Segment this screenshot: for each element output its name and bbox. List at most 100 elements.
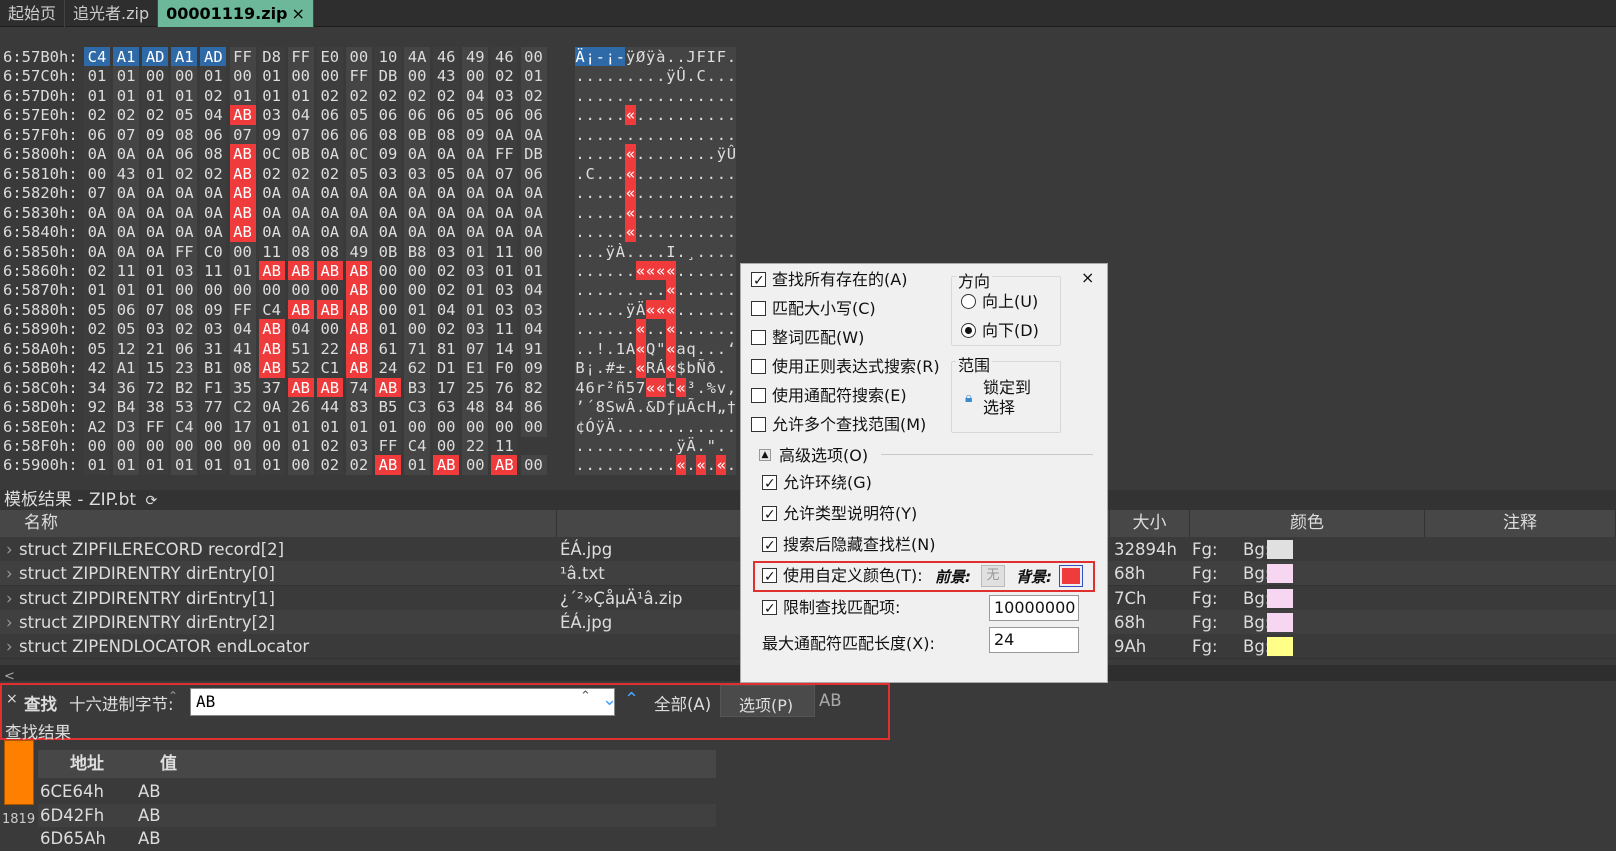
hex-row[interactable]: 6:5900h: 01 01 01 01 01 01 01 00 02 02 AB 01 AB 00 AB 00…	[0, 455, 740, 476]
hex-byte[interactable]: AB	[491, 455, 518, 476]
hex-byte[interactable]: 01	[84, 66, 110, 87]
hex-byte[interactable]: 08	[375, 124, 401, 145]
limit-checkbox[interactable]: 限制查找匹配项:	[762, 596, 900, 621]
hex-byte[interactable]: 01	[142, 163, 169, 184]
hex-byte[interactable]: 02	[433, 260, 460, 281]
hex-byte[interactable]: 02	[258, 163, 285, 184]
hex-byte[interactable]: 03	[462, 319, 489, 340]
max-wildcard-input[interactable]: 24	[989, 627, 1079, 653]
hex-byte[interactable]: 04	[287, 105, 314, 126]
hex-byte[interactable]: 44	[316, 397, 343, 418]
hex-byte[interactable]: 0A	[316, 222, 343, 243]
hex-byte[interactable]: 0A	[84, 144, 110, 165]
hex-byte[interactable]: F1	[200, 377, 227, 398]
hex-byte[interactable]: 00	[142, 66, 169, 87]
hex-byte[interactable]: 01	[258, 455, 285, 476]
hex-byte[interactable]: 00	[287, 66, 314, 87]
hex-byte[interactable]: 09	[142, 124, 169, 145]
hex-byte[interactable]: 22	[462, 436, 489, 456]
hex-byte[interactable]: 0B	[375, 241, 401, 262]
hex-byte[interactable]: 02	[345, 85, 372, 106]
scroll-left-icon[interactable]: <	[4, 669, 15, 684]
hex-byte[interactable]: 0A	[345, 202, 372, 223]
hex-byte[interactable]: 03	[491, 85, 518, 106]
hex-byte[interactable]: 0A	[142, 222, 169, 243]
hex-byte[interactable]: 01	[287, 85, 314, 106]
hex-byte[interactable]: 03	[345, 436, 372, 456]
result-row[interactable]: 6D42Fh AB	[38, 803, 716, 828]
ascii-text[interactable]: .....«..........	[575, 183, 736, 204]
hex-byte[interactable]: 53	[171, 397, 198, 418]
hex-byte[interactable]: 42	[84, 358, 110, 379]
hex-byte[interactable]: 0A	[462, 144, 489, 165]
hex-byte[interactable]: AB	[345, 319, 372, 340]
hex-byte[interactable]: 07	[142, 299, 169, 320]
hex-byte[interactable]: 00	[316, 280, 343, 301]
hex-byte[interactable]: 46	[491, 47, 518, 67]
hex-byte[interactable]: 04	[520, 280, 547, 301]
hex-row[interactable]: 6:57D0h: 01 01 01 01 02 01 01 01 02 02 02 02 02 04 03 02…	[0, 85, 740, 106]
hex-byte[interactable]: C4	[258, 299, 285, 320]
hex-byte[interactable]: 07	[229, 124, 256, 145]
hex-byte[interactable]: 01	[520, 66, 547, 87]
column-header-value[interactable]: 值	[134, 750, 716, 778]
hex-byte[interactable]: 00	[287, 455, 314, 476]
hex-byte[interactable]: 0A	[404, 183, 431, 204]
hex-byte[interactable]: DB	[520, 144, 547, 165]
hex-byte[interactable]: 00	[171, 436, 198, 456]
hex-byte[interactable]: AD	[142, 47, 169, 67]
hex-row[interactable]: 6:5890h: 02 05 03 02 03 04 AB 04 00 AB 01 00 02 03 11 04…	[0, 319, 740, 340]
hex-byte[interactable]: 01	[113, 85, 140, 106]
hex-row[interactable]: 6:5830h: 0A 0A 0A 0A 0A AB 0A 0A 0A 0A 0A 0A 0A 0A 0A 0A…	[0, 202, 740, 223]
hex-byte[interactable]: 0A	[84, 202, 110, 223]
hex-byte[interactable]: 01	[258, 66, 285, 87]
hex-byte[interactable]: 0A	[491, 202, 518, 223]
hex-byte[interactable]: C4	[171, 416, 198, 437]
collapse-icon[interactable]: ▲	[759, 449, 771, 461]
hex-byte[interactable]: 06	[200, 124, 227, 145]
hex-byte[interactable]: 07	[462, 338, 489, 359]
match-case-checkbox[interactable]: 匹配大小写(C)	[751, 297, 876, 321]
hex-byte[interactable]: 06	[520, 105, 547, 126]
hex-byte[interactable]: 04	[229, 319, 256, 340]
hex-byte[interactable]: AB	[375, 377, 401, 398]
hex-byte[interactable]: 02	[287, 163, 314, 184]
hex-byte[interactable]: 00	[229, 241, 256, 262]
find-next-icon[interactable]: ⌄	[602, 689, 617, 710]
hex-byte[interactable]: 00	[404, 416, 431, 437]
hex-byte[interactable]: 0A	[520, 183, 547, 204]
hex-byte[interactable]: 01	[462, 280, 489, 301]
hex-byte[interactable]: C2	[229, 397, 256, 418]
hex-byte[interactable]: F0	[491, 358, 518, 379]
hex-byte[interactable]: 00	[404, 280, 431, 301]
ascii-text[interactable]: ......«..«......	[575, 319, 736, 340]
hex-byte[interactable]: 00	[404, 260, 431, 281]
hex-byte[interactable]: AB	[345, 260, 372, 281]
ascii-text[interactable]: .........ÿÛ.C...	[575, 66, 736, 87]
hex-byte[interactable]: 01	[258, 416, 285, 437]
hex-byte[interactable]: 00	[433, 416, 460, 437]
hex-byte[interactable]: 03	[462, 260, 489, 281]
hex-byte[interactable]: 03	[491, 299, 518, 320]
hex-byte[interactable]: 63	[433, 397, 460, 418]
hex-byte[interactable]: 01	[84, 280, 110, 301]
hex-byte[interactable]: 01	[229, 85, 256, 106]
bg-color-swatch[interactable]	[1267, 564, 1293, 584]
hex-byte[interactable]: C1	[316, 358, 343, 379]
ascii-text[interactable]: ..!.1A«Q"«aq...‘	[575, 338, 736, 359]
hex-byte[interactable]: 01	[113, 66, 140, 87]
hex-row[interactable]: 6:58E0h: A2 D3 FF C4 00 17 01 01 01 01 01 00 00 00 00 00…	[0, 416, 740, 437]
hex-byte[interactable]: B8	[404, 241, 431, 262]
hex-byte[interactable]: 02	[345, 455, 372, 476]
hex-byte[interactable]: 00	[520, 416, 547, 437]
hex-byte[interactable]: 48	[462, 397, 489, 418]
hex-byte[interactable]: 01	[287, 416, 314, 437]
hex-byte[interactable]: 02	[316, 163, 343, 184]
hex-byte[interactable]: 31	[200, 338, 227, 359]
hex-byte[interactable]: 17	[229, 416, 256, 437]
expand-icon[interactable]: ›	[6, 537, 13, 562]
tab-zip-1[interactable]: 追光者.zip	[65, 0, 159, 27]
hex-byte[interactable]: 0A	[287, 222, 314, 243]
hex-byte[interactable]: 01	[316, 416, 343, 437]
hex-byte[interactable]: 06	[316, 105, 343, 126]
